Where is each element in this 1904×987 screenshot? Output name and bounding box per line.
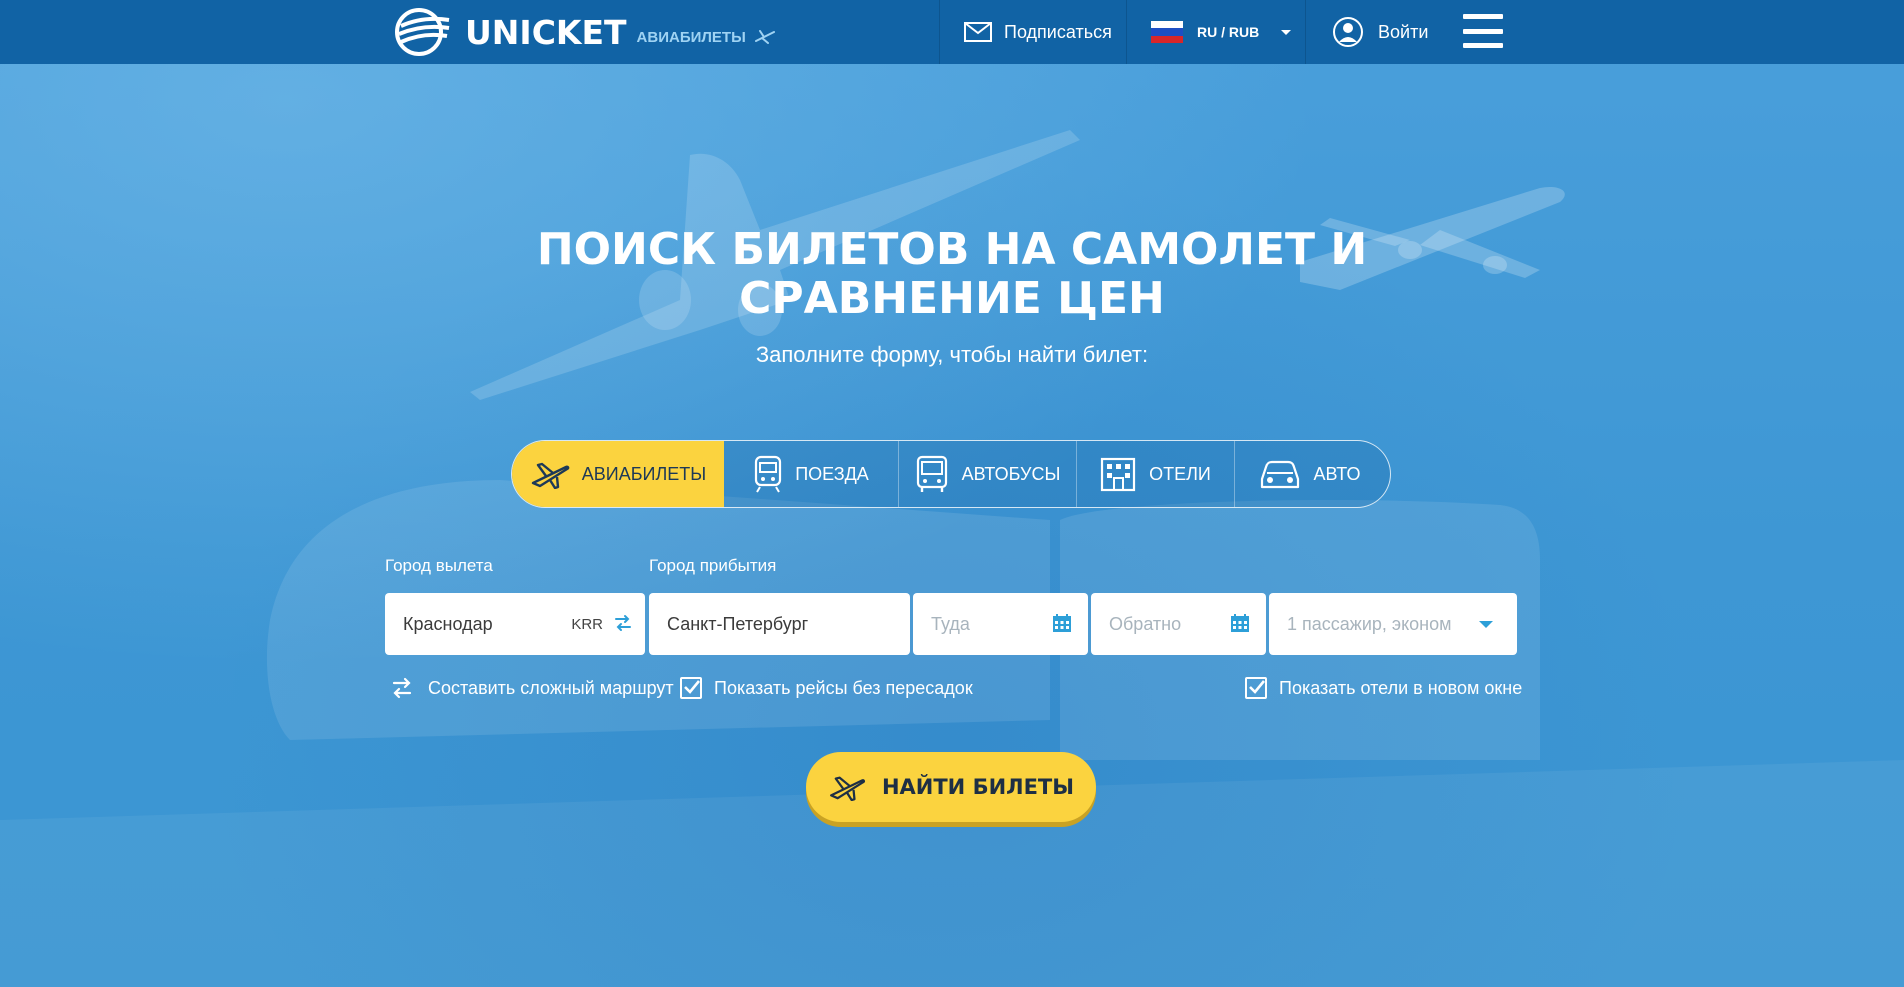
page-title-line1: ПОИСК БИЛЕТОВ НА САМОЛЕТ И — [536, 224, 1368, 275]
hotels-new-window-checkbox[interactable]: Показать отели в новом окне — [1245, 675, 1522, 701]
checkmark-icon — [684, 680, 701, 694]
calendar-icon — [1231, 614, 1249, 632]
return-date-field[interactable]: Обратно — [1091, 593, 1266, 655]
from-iata-code: KRR — [571, 615, 603, 633]
passengers-class-placeholder: 1 пассажир, эконом — [1287, 613, 1452, 634]
find-tickets-button[interactable]: НАЙТИ БИЛЕТЫ — [806, 752, 1096, 822]
logo-plane-icon — [754, 30, 775, 44]
login-label: Войти — [1378, 21, 1429, 42]
russia-flag-icon — [1151, 21, 1183, 43]
tab-hotels[interactable]: ОТЕЛИ — [1076, 441, 1234, 507]
route-arrows-icon — [392, 677, 412, 699]
bus-icon — [916, 455, 947, 492]
lang-currency-label: RU / RUB — [1197, 24, 1260, 40]
to-city-label: Город прибытия — [649, 556, 777, 575]
complex-route-link[interactable]: Составить сложный маршрут — [390, 675, 674, 701]
nav-divider — [1305, 0, 1306, 64]
tab-buses[interactable]: АВТОБУСЫ — [898, 441, 1076, 507]
language-currency-selector[interactable]: RU / RUB — [1151, 0, 1292, 64]
logo-subtitle: АВИАБИЛЕТЫ — [636, 28, 746, 46]
page-title-line2: СРАВНЕНИЕ ЦЕН — [739, 273, 1165, 324]
direct-flights-checkbox[interactable]: Показать рейсы без пересадок — [680, 675, 973, 701]
tab-label: ОТЕЛИ — [1149, 463, 1211, 484]
top-navigation-bar: UNICKET АВИАБИЛЕТЫ Подписаться RU / RUB … — [0, 0, 1904, 64]
from-city-value: Краснодар — [403, 613, 493, 634]
complex-route-label: Составить сложный маршрут — [428, 677, 674, 698]
page-subtitle: Заполните форму, чтобы найти билет: — [755, 342, 1149, 367]
logo-text: UNICKET — [465, 12, 627, 52]
direct-flights-label: Показать рейсы без пересадок — [714, 677, 973, 698]
swap-cities-icon[interactable] — [613, 613, 633, 633]
checkbox-checked[interactable] — [1245, 677, 1267, 699]
chevron-down-icon — [1281, 29, 1292, 35]
tab-label: АВТО — [1313, 463, 1361, 484]
to-city-value: Санкт-Петербург — [667, 613, 809, 634]
checkbox-checked[interactable] — [680, 677, 702, 699]
hotels-new-window-label: Показать отели в новом окне — [1279, 677, 1523, 698]
logo-globe-icon — [395, 8, 450, 56]
site-logo[interactable]: UNICKET АВИАБИЛЕТЫ — [393, 4, 776, 60]
envelope-icon — [964, 22, 992, 42]
car-icon — [1260, 460, 1299, 489]
user-icon — [1333, 17, 1363, 47]
depart-date-placeholder: Туда — [931, 613, 970, 634]
chevron-down-icon — [1479, 621, 1493, 628]
nav-divider — [939, 0, 940, 64]
passengers-class-select[interactable]: 1 пассажир, эконом — [1269, 593, 1517, 655]
plane-icon — [829, 776, 865, 801]
page-title: ПОИСК БИЛЕТОВ НА САМОЛЕТ И СРАВНЕНИЕ ЦЕН — [452, 225, 1452, 323]
calendar-icon — [1053, 614, 1071, 632]
tab-flights[interactable]: АВИАБИЛЕТЫ — [512, 441, 724, 507]
tab-label: АВИАБИЛЕТЫ — [581, 463, 707, 484]
login-link[interactable]: Войти — [1332, 0, 1428, 64]
to-city-input[interactable]: Санкт-Петербург — [649, 593, 910, 655]
train-icon — [755, 455, 782, 493]
checkmark-icon — [1249, 680, 1266, 694]
find-tickets-label: НАЙТИ БИЛЕТЫ — [881, 775, 1075, 799]
subscribe-link[interactable]: Подписаться — [964, 0, 1112, 64]
plane-icon — [531, 462, 570, 489]
subscribe-label: Подписаться — [1004, 21, 1112, 42]
from-city-label: Город вылета — [385, 556, 493, 575]
hotel-icon — [1101, 457, 1136, 492]
from-city-input[interactable]: Краснодар KRR — [385, 593, 645, 655]
tab-label: ПОЕЗДА — [795, 463, 869, 484]
return-date-placeholder: Обратно — [1109, 613, 1182, 634]
nav-divider — [1126, 0, 1127, 64]
hamburger-menu-icon[interactable] — [1463, 14, 1503, 48]
depart-date-field[interactable]: Туда — [913, 593, 1088, 655]
transport-tabs: АВИАБИЛЕТЫ ПОЕЗДА АВТОБУСЫ ОТЕЛИ АВТО — [511, 440, 1391, 508]
tab-cars[interactable]: АВТО — [1234, 441, 1384, 507]
tab-trains[interactable]: ПОЕЗДА — [724, 441, 898, 507]
tab-label: АВТОБУСЫ — [961, 463, 1061, 484]
